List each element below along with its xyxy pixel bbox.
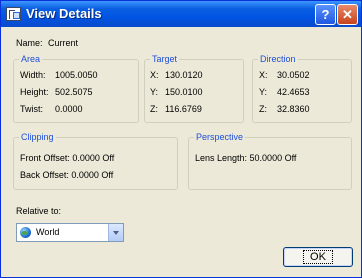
target-x-label: X: bbox=[150, 70, 159, 80]
name-label: Name: bbox=[16, 38, 43, 48]
direction-y-value: 42.4653 bbox=[277, 87, 310, 97]
view-details-dialog: View Details ? ✕ Name: Current Area Widt… bbox=[0, 0, 362, 278]
target-x-value: 130.0120 bbox=[165, 70, 203, 80]
area-height-value: 502.5075 bbox=[55, 87, 93, 97]
title-bar[interactable]: View Details ? ✕ bbox=[1, 1, 361, 27]
dialog-title: View Details bbox=[26, 6, 102, 21]
globe-icon bbox=[20, 227, 31, 238]
direction-z-label: Z: bbox=[259, 104, 267, 114]
area-twist-label: Twist: bbox=[20, 104, 44, 114]
front-offset-text: Front Offset: 0.0000 Off bbox=[20, 153, 115, 163]
relative-to-value: World bbox=[36, 227, 60, 237]
name-value: Current bbox=[48, 38, 79, 48]
ok-button-label: OK bbox=[303, 250, 333, 264]
area-width-value: 1005.0050 bbox=[55, 70, 98, 80]
target-group-title: Target bbox=[150, 54, 180, 64]
direction-x-value: 30.0502 bbox=[277, 70, 310, 80]
help-button[interactable]: ? bbox=[315, 4, 336, 25]
relative-to-select[interactable]: World bbox=[16, 223, 124, 242]
close-button[interactable]: ✕ bbox=[337, 4, 358, 25]
relative-to-label: Relative to: bbox=[16, 206, 62, 216]
area-width-label: Width: bbox=[20, 70, 46, 80]
area-twist-value: 0.0000 bbox=[55, 104, 83, 114]
area-group-title: Area bbox=[19, 54, 43, 64]
view-details-icon bbox=[6, 7, 21, 21]
area-height-label: Height: bbox=[20, 87, 49, 97]
chevron-down-icon[interactable] bbox=[108, 224, 123, 241]
direction-y-label: Y: bbox=[259, 87, 268, 97]
clipping-group: Clipping bbox=[13, 132, 178, 190]
ok-button[interactable]: OK bbox=[283, 247, 353, 267]
direction-z-value: 32.8360 bbox=[277, 104, 310, 114]
direction-x-label: X: bbox=[259, 70, 268, 80]
back-offset-text: Back Offset: 0.0000 Off bbox=[20, 170, 114, 180]
perspective-group: Perspective bbox=[188, 132, 352, 190]
lens-length-text: Lens Length: 50.0000 Off bbox=[195, 153, 297, 163]
target-y-value: 150.0100 bbox=[165, 87, 203, 97]
target-z-label: Z: bbox=[150, 104, 158, 114]
direction-group-title: Direction bbox=[258, 54, 298, 64]
clipping-group-title: Clipping bbox=[19, 132, 56, 142]
target-y-label: Y: bbox=[150, 87, 159, 97]
target-z-value: 116.6769 bbox=[165, 104, 202, 114]
perspective-group-title: Perspective bbox=[194, 132, 246, 142]
